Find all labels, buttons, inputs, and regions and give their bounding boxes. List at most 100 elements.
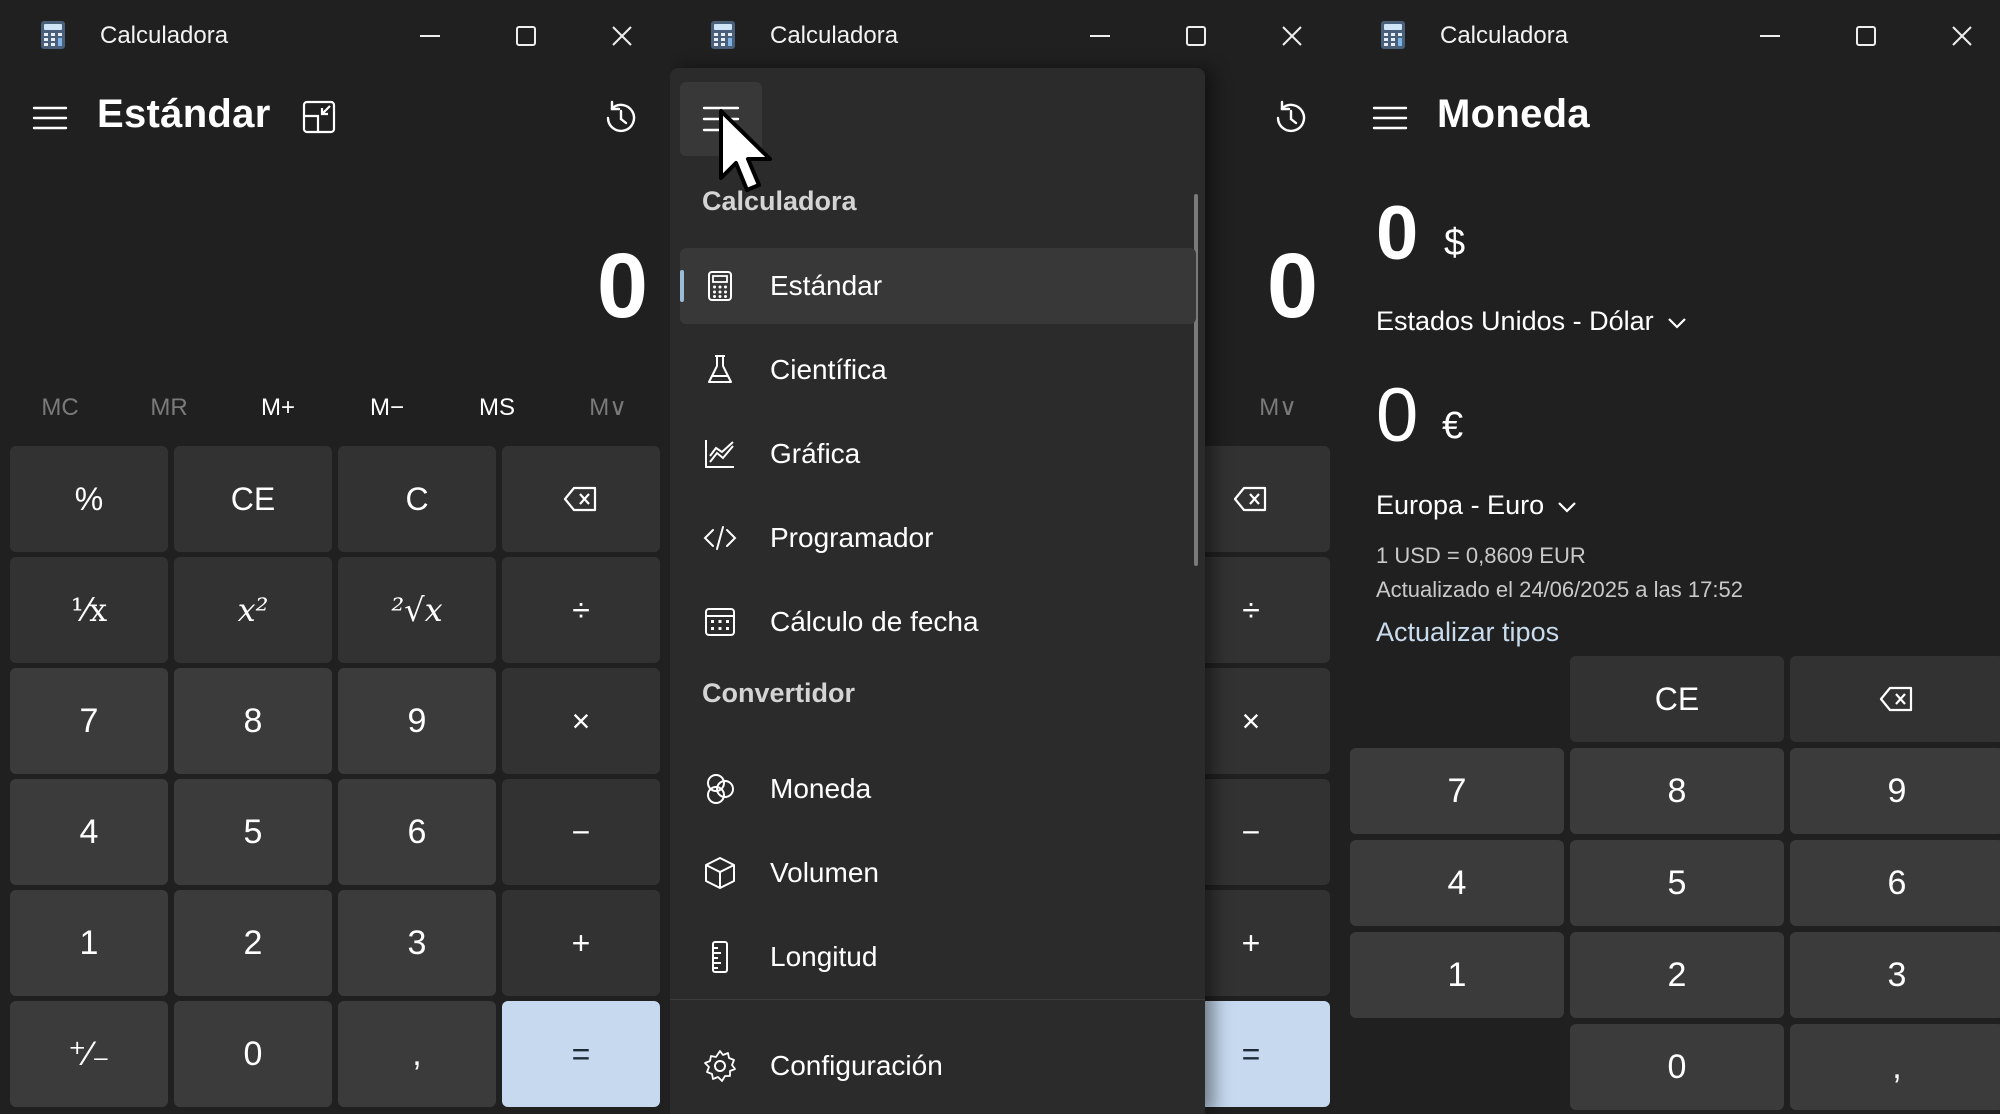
menu-item-standard[interactable]: Estándar xyxy=(680,248,1196,324)
menu-item-length[interactable]: Longitud xyxy=(680,919,1196,995)
backspace-icon xyxy=(563,486,597,512)
digit-6-button[interactable]: 6 xyxy=(338,779,496,885)
menu-item-volume[interactable]: Volumen xyxy=(680,835,1196,911)
menu-item-currency[interactable]: Moneda xyxy=(680,751,1196,827)
menu-item-date-calculation[interactable]: Cálculo de fecha xyxy=(680,584,1196,660)
title-bar: Calculadora xyxy=(670,0,1340,72)
digit-0-button[interactable]: 0 xyxy=(174,1001,332,1107)
digit-7-button[interactable]: 7 xyxy=(10,668,168,774)
digit-9-button[interactable]: 9 xyxy=(1790,748,2000,834)
mode-title: Moneda xyxy=(1437,92,1590,136)
negate-button[interactable]: ⁺⁄₋ xyxy=(10,1001,168,1107)
cube-icon xyxy=(705,857,735,889)
menu-item-label: Longitud xyxy=(770,941,878,972)
menu-item-settings[interactable]: Configuración xyxy=(680,1028,1196,1104)
equals-button[interactable]: = xyxy=(502,1001,660,1107)
digit-9-button[interactable]: 9 xyxy=(338,668,496,774)
menu-hamburger-icon[interactable] xyxy=(28,96,72,140)
minimize-button[interactable] xyxy=(402,14,458,58)
maximize-button[interactable] xyxy=(1838,14,1894,58)
chevron-down-icon xyxy=(1667,318,1686,329)
square-button[interactable]: x² xyxy=(174,557,332,663)
menu-hamburger-icon[interactable] xyxy=(1368,96,1412,140)
to-amount[interactable]: 0 xyxy=(1376,372,1418,459)
menu-item-scientific[interactable]: Científica xyxy=(680,332,1196,408)
memory-clear-button[interactable]: MC xyxy=(20,390,100,426)
decimal-button[interactable]: , xyxy=(338,1001,496,1107)
digit-3-button[interactable]: 3 xyxy=(338,890,496,996)
reciprocal-button[interactable]: ¹⁄x xyxy=(10,557,168,663)
maximize-button[interactable] xyxy=(1168,14,1224,58)
memory-list-button[interactable]: M∨ xyxy=(1238,390,1318,426)
to-currency-symbol: € xyxy=(1442,405,1464,447)
exchange-rate: 1 USD = 0,8609 EUR xyxy=(1376,543,1586,568)
window-title: Calculadora xyxy=(1440,22,1569,49)
memory-subtract-button[interactable]: M− xyxy=(347,390,427,426)
close-button[interactable] xyxy=(1934,14,1990,58)
digit-8-button[interactable]: 8 xyxy=(1570,748,1784,834)
ruler-icon xyxy=(712,941,728,973)
backspace-icon xyxy=(1233,486,1267,512)
subtract-button[interactable]: − xyxy=(502,779,660,885)
digit-1-button[interactable]: 1 xyxy=(10,890,168,996)
menu-item-label: Cálculo de fecha xyxy=(770,606,979,637)
menu-item-label: Moneda xyxy=(770,773,872,804)
backspace-button[interactable] xyxy=(1790,656,2000,742)
digit-2-button[interactable]: 2 xyxy=(174,890,332,996)
menu-item-label: Estándar xyxy=(770,270,883,301)
multiply-button[interactable]: × xyxy=(502,668,660,774)
digit-4-button[interactable]: 4 xyxy=(1350,840,1564,926)
selection-indicator xyxy=(680,270,684,302)
menu-item-label: Volumen xyxy=(770,857,879,888)
memory-store-button[interactable]: MS xyxy=(457,390,537,426)
clear-entry-button[interactable]: CE xyxy=(174,446,332,552)
memory-list-button[interactable]: M∨ xyxy=(568,390,648,426)
square-root-button[interactable]: ²√x xyxy=(338,557,496,663)
digit-6-button[interactable]: 6 xyxy=(1790,840,2000,926)
calendar-icon xyxy=(705,608,735,636)
clear-entry-button[interactable]: CE xyxy=(1570,656,1784,742)
minimize-button[interactable] xyxy=(1072,14,1128,58)
from-currency-dropdown[interactable]: Estados Unidos - Dólar xyxy=(1376,306,1688,337)
close-button[interactable] xyxy=(594,14,650,58)
percent-button[interactable]: % xyxy=(10,446,168,552)
keep-on-top-icon[interactable] xyxy=(300,98,338,136)
graph-icon xyxy=(705,440,734,468)
from-amount[interactable]: 0 xyxy=(1376,190,1418,277)
close-button[interactable] xyxy=(1264,14,1320,58)
clear-button[interactable]: C xyxy=(338,446,496,552)
digit-7-button[interactable]: 7 xyxy=(1350,748,1564,834)
menu-item-programmer[interactable]: Programador xyxy=(680,500,1196,576)
digit-5-button[interactable]: 5 xyxy=(1570,840,1784,926)
digit-8-button[interactable]: 8 xyxy=(174,668,332,774)
menu-divider xyxy=(670,999,1205,1000)
backspace-button[interactable] xyxy=(502,446,660,552)
minimize-button[interactable] xyxy=(1742,14,1798,58)
navigation-menu: Calculadora Estándar Científica Gráfica … xyxy=(670,68,1205,1114)
decimal-button[interactable]: , xyxy=(1790,1024,2000,1110)
code-icon xyxy=(703,526,737,550)
digit-3-button[interactable]: 3 xyxy=(1790,932,2000,1018)
divide-button[interactable]: ÷ xyxy=(502,557,660,663)
history-icon[interactable] xyxy=(1268,96,1312,140)
maximize-button[interactable] xyxy=(498,14,554,58)
calculator-window-standard: Calculadora Estándar 0 MC MR M+ M− MS M∨… xyxy=(0,0,670,1114)
digit-5-button[interactable]: 5 xyxy=(174,779,332,885)
digit-1-button[interactable]: 1 xyxy=(1350,932,1564,1018)
memory-add-button[interactable]: M+ xyxy=(238,390,318,426)
calculator-app-icon xyxy=(41,21,65,49)
from-currency-label: Estados Unidos - Dólar xyxy=(1376,306,1654,336)
digit-0-button[interactable]: 0 xyxy=(1570,1024,1784,1110)
menu-item-graphing[interactable]: Gráfica xyxy=(680,416,1196,492)
add-button[interactable]: + xyxy=(502,890,660,996)
window-title: Calculadora xyxy=(770,22,899,49)
digit-2-button[interactable]: 2 xyxy=(1570,932,1784,1018)
memory-recall-button[interactable]: MR xyxy=(129,390,209,426)
calculator-icon xyxy=(708,271,732,301)
history-icon[interactable] xyxy=(598,96,642,140)
digit-4-button[interactable]: 4 xyxy=(10,779,168,885)
update-rates-link[interactable]: Actualizar tipos xyxy=(1376,617,1559,648)
menu-item-label: Científica xyxy=(770,354,887,385)
to-currency-dropdown[interactable]: Europa - Euro xyxy=(1376,490,1578,521)
result-display: 0 xyxy=(596,235,648,337)
